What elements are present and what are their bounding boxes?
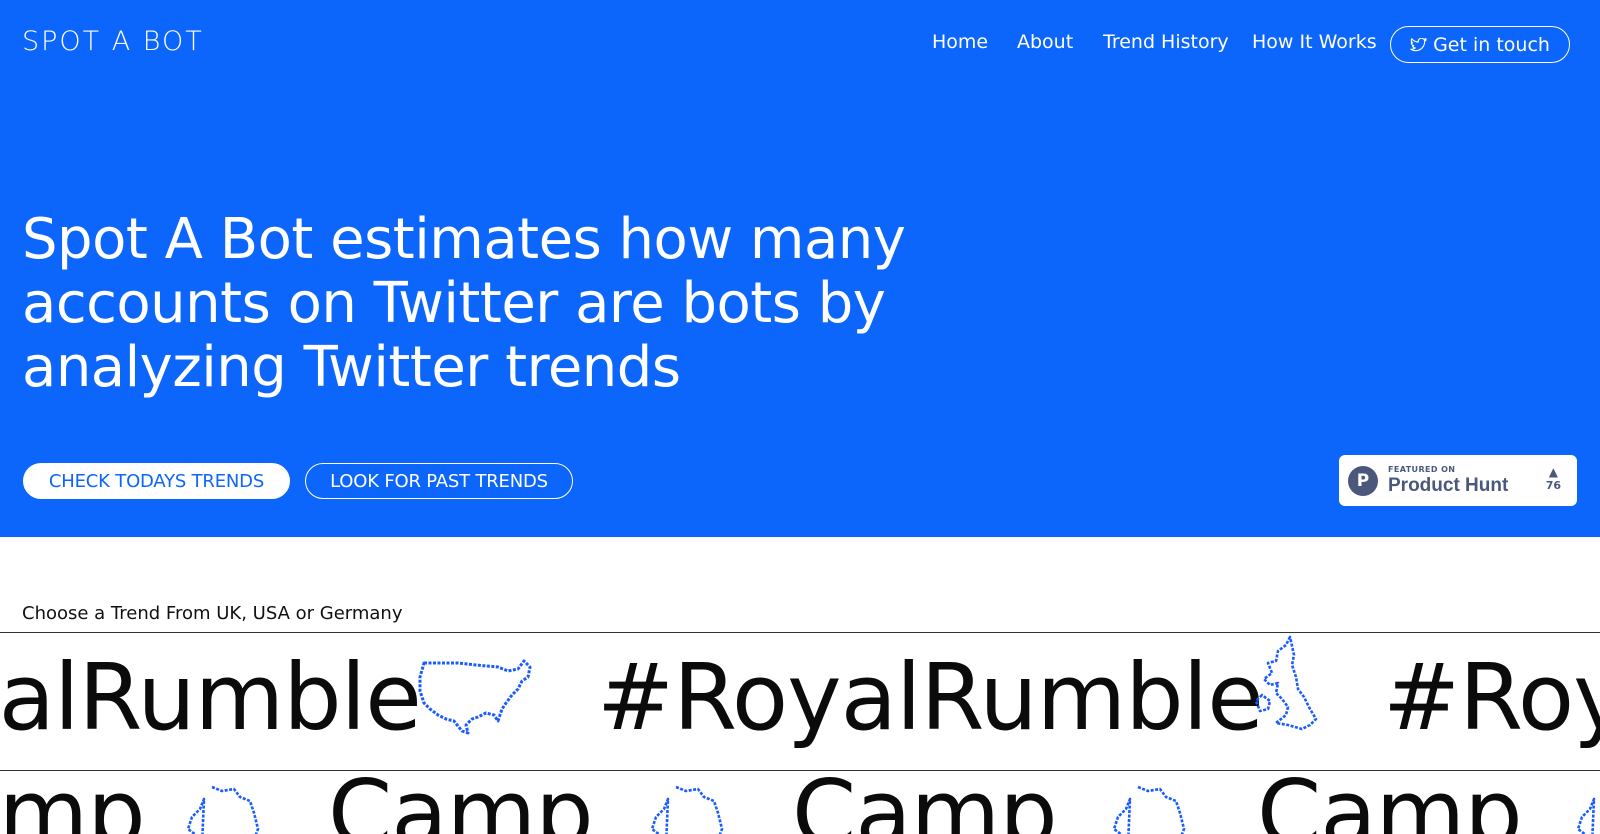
nav-home[interactable]: Home	[932, 29, 988, 55]
get-in-touch-label: Get in touch	[1433, 33, 1550, 56]
nav-trend-history[interactable]: Trend History	[1103, 29, 1229, 55]
trend-item[interactable]: Camp	[792, 771, 1058, 834]
look-for-past-trends-button[interactable]: LOOK FOR PAST TRENDS	[305, 463, 573, 499]
check-todays-trends-button[interactable]: CHECK TODAYS TRENDS	[23, 463, 290, 499]
trends-section-title: Choose a Trend From UK, USA or Germany	[22, 603, 403, 624]
product-hunt-vote-count: 76	[1545, 479, 1561, 492]
germany-map-icon[interactable]	[642, 785, 732, 834]
twitter-bird-icon	[1410, 37, 1427, 51]
usa-map-icon[interactable]	[418, 659, 536, 739]
trend-item[interactable]: #RoyalRumble	[597, 643, 1264, 753]
product-hunt-featured-label: FEATURED ON	[1388, 464, 1456, 474]
germany-map-icon[interactable]	[1104, 785, 1194, 834]
trend-item[interactable]: #RoyalRumble	[1383, 643, 1600, 753]
product-hunt-logo-icon: P	[1348, 465, 1378, 496]
trend-item[interactable]: Camp	[1257, 771, 1523, 834]
trend-marquee-row-1: #RoyalRumble #RoyalRumble #RoyalRumble	[0, 633, 1600, 770]
get-in-touch-button[interactable]: Get in touch	[1390, 26, 1570, 63]
trend-item[interactable]: #RoyalRumble	[0, 643, 422, 753]
trend-marquee-row-2: Camp Camp Camp Camp	[0, 771, 1600, 834]
uk-map-icon[interactable]	[1252, 633, 1322, 745]
trend-item[interactable]: Camp	[0, 771, 146, 834]
product-hunt-name: Product Hunt	[1388, 474, 1509, 496]
germany-map-icon[interactable]	[1568, 785, 1600, 834]
nav-how-it-works[interactable]: How It Works	[1252, 29, 1377, 55]
hero-section: SPOT A BOT Home About Trend History How …	[0, 0, 1600, 537]
site-logo[interactable]: SPOT A BOT	[22, 27, 204, 57]
germany-map-icon[interactable]	[178, 785, 268, 834]
trend-item[interactable]: Camp	[328, 771, 594, 834]
nav-about[interactable]: About	[1017, 29, 1073, 55]
product-hunt-badge[interactable]: P FEATURED ON Product Hunt ▲ 76	[1339, 455, 1577, 506]
hero-headline: Spot A Bot estimates how many accounts o…	[22, 207, 906, 400]
triangle-up-icon: ▲	[1548, 465, 1558, 479]
